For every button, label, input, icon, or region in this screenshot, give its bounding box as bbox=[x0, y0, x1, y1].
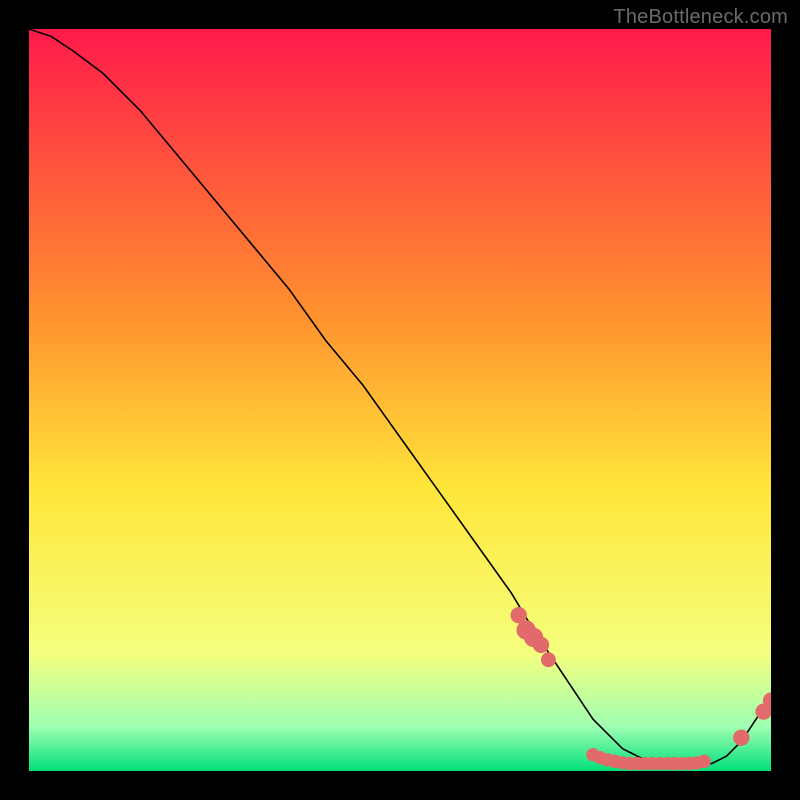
plot-area bbox=[29, 29, 771, 771]
data-marker bbox=[698, 755, 711, 768]
data-marker bbox=[541, 652, 556, 667]
chart-stage: TheBottleneck.com bbox=[0, 0, 800, 800]
gradient-background bbox=[29, 29, 771, 771]
watermark-text: TheBottleneck.com bbox=[613, 6, 788, 29]
data-marker bbox=[533, 637, 549, 653]
data-marker bbox=[733, 729, 749, 745]
chart-svg bbox=[29, 29, 771, 771]
